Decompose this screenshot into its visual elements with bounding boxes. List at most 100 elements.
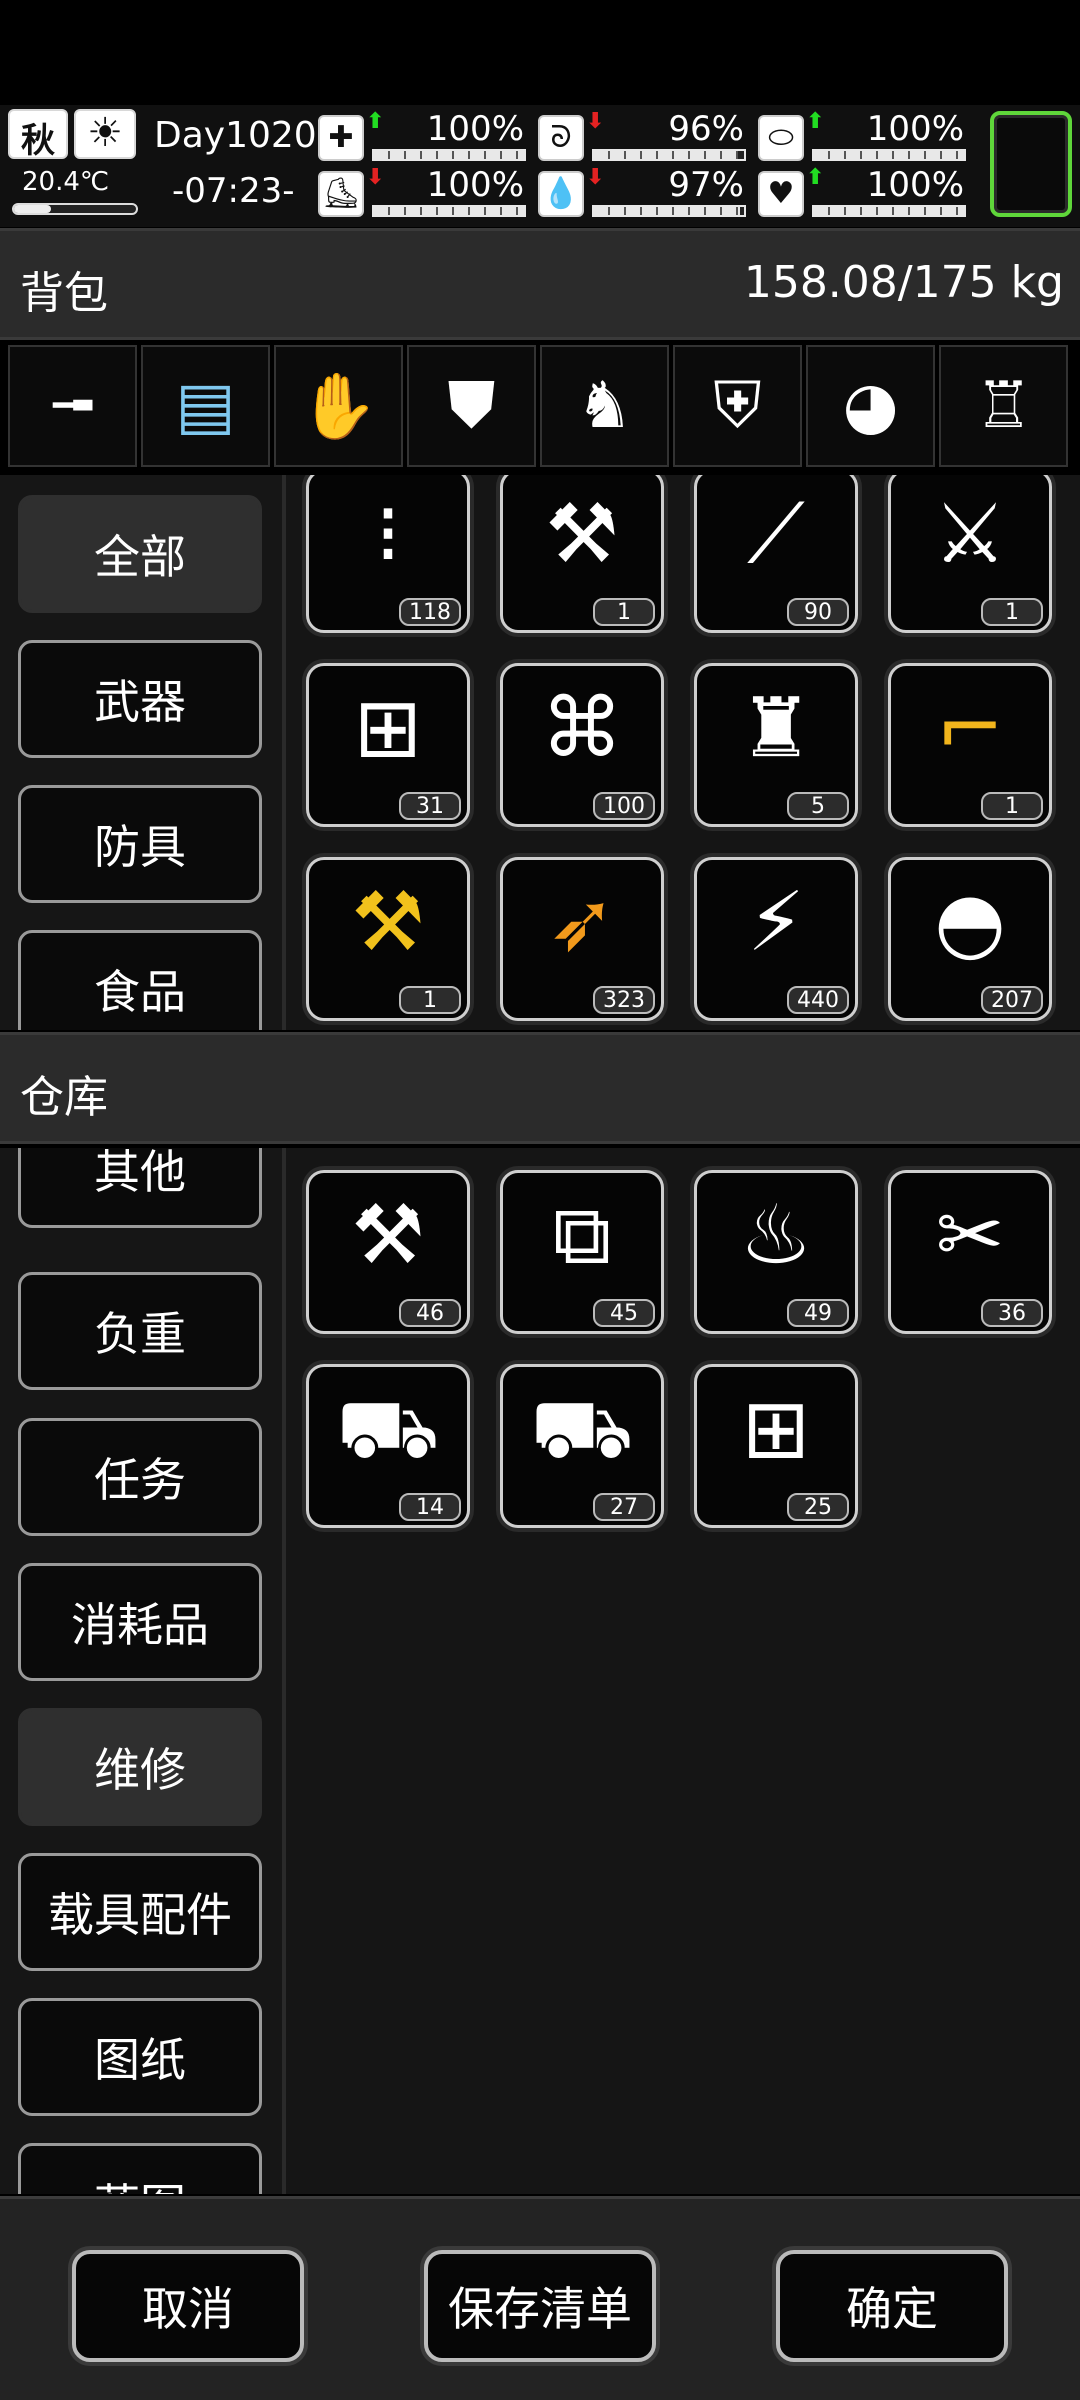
trend-down-icon: ⬇ xyxy=(586,165,605,190)
health-bar xyxy=(372,149,526,161)
sun-icon: ☀ xyxy=(74,109,136,159)
backpack-title: 背包 xyxy=(20,268,108,319)
category-armor[interactable]: 防具 xyxy=(18,785,262,903)
minigun-icon: ▤ xyxy=(175,369,236,443)
confirm-button[interactable]: 确定 xyxy=(776,2250,1008,2362)
item-count: 1 xyxy=(981,598,1043,626)
stat-thirst: 💧 ⬇ 97% xyxy=(538,167,750,219)
equip-slot-sniper[interactable]: ╼ xyxy=(8,345,137,467)
backpack-category-list[interactable]: 全部 武器 防具 食品 xyxy=(0,475,282,1030)
warehouse-item-grid[interactable]: ⚒ 46 ⧉ 45 ♨ 49 ✂ 36 ⛟ 14 ⛟ 27 ⊞ 25 xyxy=(286,1148,1080,2194)
warehouse-title: 仓库 xyxy=(20,1072,108,1123)
category-other[interactable]: 其他 xyxy=(18,1148,262,1228)
tactical-vest-icon: ♞ xyxy=(575,369,634,443)
medkit-icon: ✚ xyxy=(318,115,364,161)
trend-down-icon: ⬇ xyxy=(586,109,605,134)
stat-health: ✚ ⬆ 100% xyxy=(318,111,530,163)
equip-slot-vest[interactable]: ♞ xyxy=(540,345,669,467)
item-mesh-helmet[interactable]: ◓ 207 xyxy=(888,857,1052,1021)
trend-up-icon: ⬆ xyxy=(806,109,825,134)
equip-slot-shield[interactable]: ⛊ xyxy=(407,345,536,467)
tool-bag-icon: ♨ xyxy=(739,1188,813,1283)
cancel-button[interactable]: 取消 xyxy=(72,2250,304,2362)
rocket-ammo-icon: ➶ xyxy=(547,875,617,970)
equip-slot-armor[interactable]: ⛨ xyxy=(673,345,802,467)
item-axe[interactable]: ⚔ 1 xyxy=(888,475,1052,633)
hunger-bar xyxy=(592,149,746,161)
item-bullets[interactable]: ⁝ 118 xyxy=(306,475,470,633)
item-car-repair-kit-2[interactable]: ⛟ 27 xyxy=(500,1364,664,1528)
equip-slot-minigun[interactable]: ▤ xyxy=(141,345,270,467)
stat-stamina: ⛸ ⬇ 100% xyxy=(318,167,530,219)
quick-slot-button[interactable] xyxy=(990,111,1072,217)
backpack-item-grid[interactable]: ⁝ 118 ⚒ 1 ⟋ 90 ⚔ 1 ⊞ 31 ⌘ 100 ♜ 5 ⌐ 1 ⚒ 1 ➶ 323 ⚡ 4… xyxy=(286,475,1080,1030)
item-count: 5 xyxy=(787,792,849,820)
riot-shield-icon: ⛊ xyxy=(447,369,496,443)
tool-kit-icon: ⚒ xyxy=(545,487,619,582)
helmet-icon: ◕ xyxy=(842,369,899,443)
car-repair-kit-icon: ⛟ xyxy=(530,1382,634,1477)
item-count: 1 xyxy=(981,792,1043,820)
item-count: 100 xyxy=(593,792,655,820)
status-hud: 秋 ☀ 20.4℃ Day1020 -07:23- ✚ ⬆ 100% ᘐ ⬇ 9… xyxy=(0,105,1080,227)
category-drawings[interactable]: 图纸 xyxy=(18,1998,262,2116)
season-label: 秋 xyxy=(21,121,55,161)
item-cartridge[interactable]: ⟋ 90 xyxy=(694,475,858,633)
item-toolbox-2[interactable]: ⊞ 25 xyxy=(694,1364,858,1528)
toolbox-icon: ⊞ xyxy=(741,1382,811,1477)
item-repair-kit[interactable]: ⚒ 46 xyxy=(306,1170,470,1334)
season-badge: 秋 xyxy=(8,109,68,161)
toolbox-icon: ⊞ xyxy=(353,681,423,776)
item-count: 1 xyxy=(593,598,655,626)
item-golden-shotgun[interactable]: ⌐ 1 xyxy=(888,663,1052,827)
stat-hunger: ᘐ ⬇ 96% xyxy=(538,111,750,163)
category-all[interactable]: 全部 xyxy=(18,495,262,613)
car-repair-kit-icon: ⛟ xyxy=(336,1382,440,1477)
item-count: 49 xyxy=(787,1299,849,1327)
equip-slot-gloves[interactable]: ✋ xyxy=(274,345,403,467)
save-list-button[interactable]: 保存清单 xyxy=(424,2250,656,2362)
item-net[interactable]: ⌘ 100 xyxy=(500,663,664,827)
category-vehicle-parts[interactable]: 载具配件 xyxy=(18,1853,262,1971)
item-count: 1 xyxy=(399,986,461,1014)
item-count: 25 xyxy=(787,1493,849,1521)
category-consumables[interactable]: 消耗品 xyxy=(18,1563,262,1681)
bullets-icon: ⁝ xyxy=(374,487,402,582)
item-pliers-box[interactable]: ✂ 36 xyxy=(888,1170,1052,1334)
item-tool-kit[interactable]: ⚒ 1 xyxy=(500,475,664,633)
soap-icon: ⬭ xyxy=(758,115,804,161)
exoskeleton-icon: ♖ xyxy=(974,369,1033,443)
stamina-value: 100% xyxy=(426,165,524,205)
backpack-header: 背包 158.08/175 kg xyxy=(0,228,1080,340)
hygiene-bar xyxy=(812,149,966,161)
equip-slot-helmet[interactable]: ◕ xyxy=(806,345,935,467)
thermometer-bar xyxy=(12,203,138,215)
item-golden-hammer[interactable]: ⚒ 1 xyxy=(306,857,470,1021)
hunger-value: 96% xyxy=(668,109,744,149)
item-rocket-ammo[interactable]: ➶ 323 xyxy=(500,857,664,1021)
water-drop-icon: 💧 xyxy=(538,171,584,217)
battery-icon: ⚡ xyxy=(747,875,805,970)
category-quest[interactable]: 任务 xyxy=(18,1418,262,1536)
mood-bar xyxy=(812,205,966,217)
item-count: 14 xyxy=(399,1493,461,1521)
item-bottle[interactable]: ♜ 5 xyxy=(694,663,858,827)
thirst-bar xyxy=(592,205,746,217)
item-car-repair-kit[interactable]: ⛟ 14 xyxy=(306,1364,470,1528)
item-tool-case[interactable]: ⧉ 45 xyxy=(500,1170,664,1334)
item-toolbox[interactable]: ⊞ 31 xyxy=(306,663,470,827)
item-battery[interactable]: ⚡ 440 xyxy=(694,857,858,1021)
category-carry[interactable]: 负重 xyxy=(18,1272,262,1390)
day-counter: Day1020 xyxy=(154,115,317,156)
sniper-rifle-icon: ╼ xyxy=(53,369,92,443)
category-repair[interactable]: 维修 xyxy=(18,1708,262,1826)
warehouse-category-list[interactable]: 其他 负重 任务 消耗品 维修 载具配件 图纸 蓝图 xyxy=(0,1148,282,2194)
armor-chest-icon: ⛨ xyxy=(713,369,762,443)
category-blueprints[interactable]: 蓝图 xyxy=(18,2143,262,2194)
item-count: 45 xyxy=(593,1299,655,1327)
category-food[interactable]: 食品 xyxy=(18,930,262,1030)
item-count: 440 xyxy=(787,986,849,1014)
equip-slot-exoskeleton[interactable]: ♖ xyxy=(939,345,1068,467)
category-weapons[interactable]: 武器 xyxy=(18,640,262,758)
item-tool-bag[interactable]: ♨ 49 xyxy=(694,1170,858,1334)
